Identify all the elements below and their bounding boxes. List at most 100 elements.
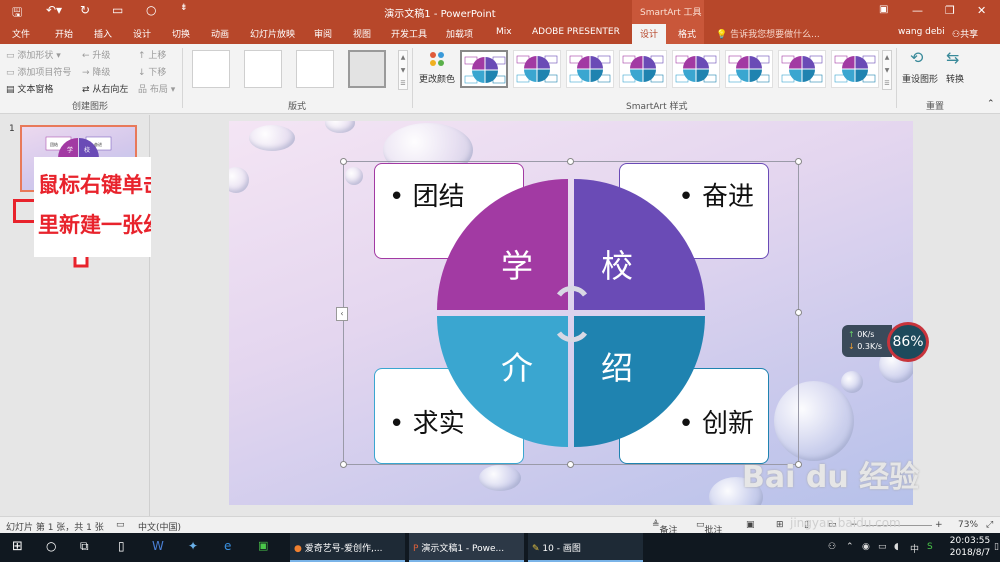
save-icon[interactable]: 🖫 (12, 3, 22, 24)
taskbar-app-paint[interactable]: ✎ 10 - 画图 (528, 533, 643, 562)
normal-view-icon[interactable]: ▣ (746, 520, 755, 530)
tell-me-search[interactable]: 💡 告诉我您想要做什么... (716, 27, 820, 40)
collapse-ribbon-icon[interactable]: ⌃ (987, 99, 995, 109)
tab-smartart-design[interactable]: 设计 (632, 24, 667, 46)
share-label: 共享 (960, 30, 979, 40)
smartart-style-option[interactable] (778, 50, 826, 88)
reset-graphic-button[interactable]: ⟲ 重设图形 (900, 48, 940, 92)
ime-icon[interactable]: 中 (910, 542, 919, 555)
tab-file[interactable]: 文件 (12, 27, 30, 40)
slide-thumbnail-pane[interactable]: 1 团结 奋进 求实 创新 学 校 介 绍 鼠标右键单击这 里新建一张幻灯 (0, 115, 232, 516)
reset-group-label: 重置 (926, 102, 945, 112)
task-view-icon[interactable]: ⧉ (80, 533, 89, 562)
tray-expand-icon[interactable]: ⌃ (846, 542, 854, 552)
zoom-level[interactable]: 73% (958, 520, 978, 530)
taskbar-app-powerpoint[interactable]: P 演示文稿1 - Powe... (409, 533, 524, 562)
people-icon[interactable]: ⚇ (828, 542, 836, 552)
right-to-left-button[interactable]: ⇄ 从右向左 (82, 82, 128, 95)
language-indicator[interactable]: 中文(中国) (138, 520, 181, 533)
redo-icon[interactable]: ↻ (80, 3, 90, 17)
segment-text-xiao: 校 (601, 247, 634, 285)
volume-icon[interactable]: ◖ (894, 542, 899, 552)
tab-addins[interactable]: 加载项 (446, 27, 473, 40)
network-icon[interactable]: ▭ (878, 542, 887, 552)
fit-slide-icon[interactable]: ⤢ (986, 520, 993, 530)
notes-button[interactable]: ≜ 备注 (652, 520, 678, 536)
iqiyi-icon[interactable]: ▣ (258, 533, 268, 562)
bird-app-icon[interactable]: ✦ (188, 533, 198, 562)
edge-icon[interactable]: e (224, 533, 231, 562)
smartart-style-option[interactable] (566, 50, 614, 88)
smartart-style-option[interactable] (672, 50, 720, 88)
file-icon[interactable]: ▯ (118, 533, 125, 562)
tab-developer[interactable]: 开发工具 (391, 27, 427, 40)
tab-animations[interactable]: 动画 (211, 27, 229, 40)
resize-handle[interactable] (795, 309, 802, 316)
word-icon[interactable]: W (152, 533, 164, 562)
tab-slideshow[interactable]: 幻灯片放映 (250, 27, 295, 40)
smartart-style-option[interactable] (831, 50, 879, 88)
presentation-icon[interactable]: ▭ (112, 3, 123, 17)
minimize-icon[interactable]: — (912, 4, 923, 17)
shape-icon[interactable]: ○ (146, 3, 156, 17)
demote-button[interactable]: → 降级 (82, 65, 110, 78)
resize-handle[interactable] (567, 158, 574, 165)
add-shape-button[interactable]: ▭ 添加形状 ▾ (6, 48, 61, 61)
promote-button[interactable]: ← 升级 (82, 48, 110, 61)
tab-format[interactable]: 格式 (678, 27, 696, 40)
memory-gauge[interactable]: 86% (887, 322, 929, 362)
smartart-style-option[interactable] (725, 50, 773, 88)
sorter-view-icon[interactable]: ⊞ (776, 520, 784, 530)
style-gallery-scroll[interactable]: ▲ ▼ ☰ (882, 50, 892, 90)
comments-button[interactable]: ▭ 批注 (696, 520, 723, 536)
tab-mix[interactable]: Mix (496, 27, 512, 37)
segment-intro-2[interactable] (574, 316, 705, 447)
taskbar-app-iqiyi[interactable]: ● 爱奇艺号-爱创作,... (290, 533, 405, 562)
resize-handle[interactable] (795, 158, 802, 165)
customize-qat-icon[interactable]: ⇟ (180, 3, 188, 13)
slide-canvas[interactable]: ‹ • 团结 • 奋进 • 求实 • 创新 学 校 介 绍 (229, 121, 913, 505)
smartart-style-option[interactable] (513, 50, 561, 88)
layout-option-1[interactable] (192, 50, 230, 88)
text-pane-toggle[interactable]: ‹ (336, 307, 348, 321)
tab-design[interactable]: 设计 (133, 27, 151, 40)
convert-button[interactable]: ⇆ 转换 (942, 48, 972, 92)
tray-app-icon[interactable]: ◉ (862, 542, 870, 552)
tab-transitions[interactable]: 切换 (172, 27, 190, 40)
layout-option-3[interactable] (296, 50, 334, 88)
system-clock[interactable]: 20:03:55 2018/8/7 (944, 535, 996, 559)
cycle-arrow-icon (556, 331, 588, 343)
change-colors-button[interactable]: 更改颜色 (418, 48, 456, 92)
move-up-button[interactable]: ↑ 上移 (138, 48, 166, 61)
cortana-icon[interactable]: ○ (46, 533, 56, 562)
close-icon[interactable]: ✕ (977, 4, 986, 17)
ribbon-display-icon[interactable]: ▣ (879, 4, 888, 15)
restore-icon[interactable]: ❐ (945, 4, 955, 17)
user-name[interactable]: wang debi (898, 27, 945, 37)
smartart-style-option[interactable] (460, 50, 508, 88)
add-bullet-button[interactable]: ▭ 添加项目符号 (6, 65, 71, 78)
undo-icon[interactable]: ↶▾ (46, 3, 62, 17)
resize-handle[interactable] (340, 158, 347, 165)
tab-insert[interactable]: 插入 (94, 27, 112, 40)
layout-gallery-scroll[interactable]: ▲ ▼ ☰ (398, 50, 408, 90)
text-pane-button[interactable]: ▤ 文本窗格 (6, 82, 53, 95)
tab-view[interactable]: 视图 (353, 27, 371, 40)
layout-option-2[interactable] (244, 50, 282, 88)
windows-start-icon[interactable]: ⊞ (12, 533, 23, 562)
smartart-style-option[interactable] (619, 50, 667, 88)
resize-handle[interactable] (567, 461, 574, 468)
tab-adobe-presenter[interactable]: ADOBE PRESENTER (532, 27, 620, 37)
tab-home[interactable]: 开始 (55, 27, 73, 40)
tab-review[interactable]: 审阅 (314, 27, 332, 40)
layout-option-4-selected[interactable] (348, 50, 386, 88)
spellcheck-icon[interactable]: ▭ (116, 520, 125, 530)
zoom-in-icon[interactable]: + (935, 520, 943, 530)
segment-school-2[interactable] (574, 179, 705, 310)
notification-icon[interactable]: ▯ (994, 542, 999, 552)
move-down-button[interactable]: ↓ 下移 (138, 65, 166, 78)
layout-button[interactable]: 品 布局 ▾ (138, 82, 175, 95)
security-icon[interactable]: S (927, 542, 933, 552)
resize-handle[interactable] (340, 461, 347, 468)
share-button[interactable]: ⚇共享 (952, 27, 978, 40)
